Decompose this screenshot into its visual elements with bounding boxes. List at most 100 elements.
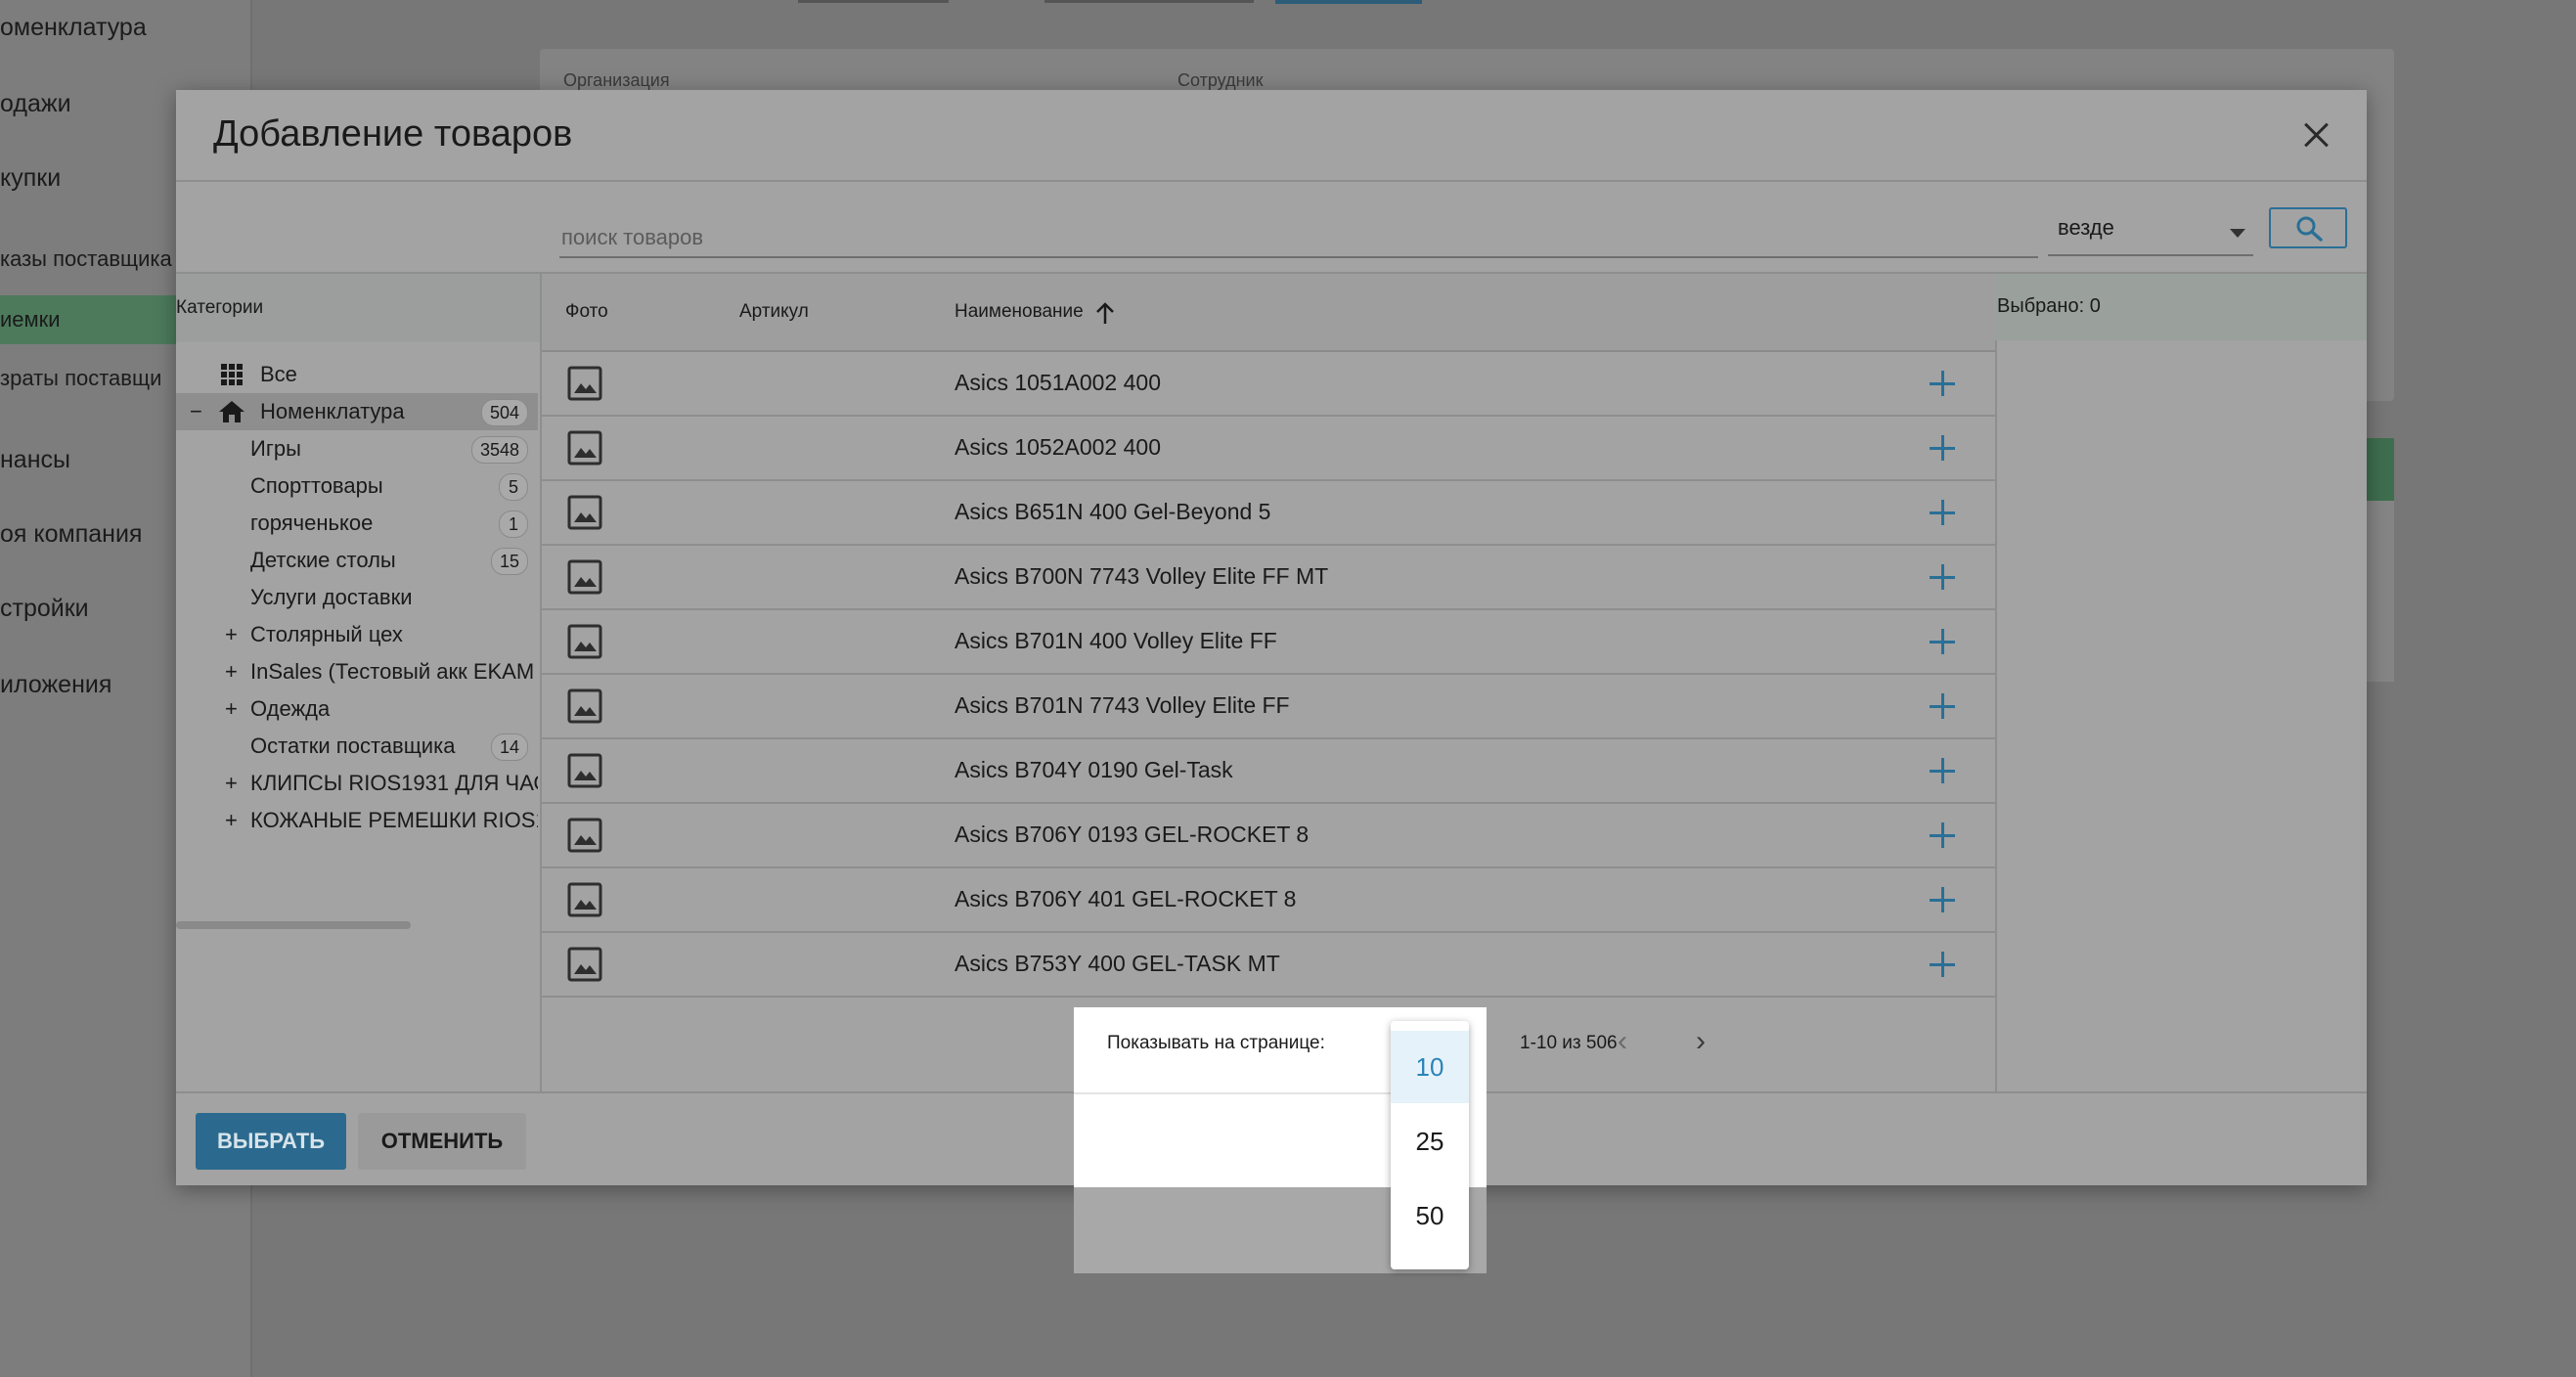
- categories-panel: Категории Все − Номенклатура 504 Игры 35…: [176, 274, 542, 1091]
- sidebar-item-nomenclature[interactable]: оменклатура: [0, 14, 147, 42]
- image-placeholder-icon: [567, 366, 602, 401]
- category-hot[interactable]: горяченькое 1: [176, 505, 538, 542]
- category-straps[interactable]: + КОЖАНЫЕ РЕМЕШКИ RIOS1: [176, 802, 538, 839]
- bg-panel: [2367, 501, 2394, 682]
- product-name: Asics B701N 400 Volley Elite FF: [955, 628, 1277, 653]
- category-supplier-stock[interactable]: Остатки поставщика 14: [176, 728, 538, 765]
- product-name: Asics 1051A002 400: [955, 370, 1161, 395]
- category-clothing[interactable]: + Одежда: [176, 690, 538, 728]
- sidebar-item-apps[interactable]: иложения: [0, 671, 111, 699]
- search-row: везде: [176, 182, 2367, 274]
- home-icon: [219, 401, 244, 422]
- rows-option-10[interactable]: 10: [1391, 1031, 1469, 1103]
- bg-employee-label: Сотрудник: [1177, 70, 1264, 90]
- rows-per-page-dropdown: 10 25 50: [1391, 1021, 1469, 1269]
- table-row[interactable]: Asics B700N 7743 Volley Elite FF MT: [542, 546, 1995, 610]
- sidebar-item-supplier-returns[interactable]: зраты поставщи: [0, 366, 161, 391]
- sidebar-item-finance[interactable]: нансы: [0, 446, 70, 474]
- category-nomenclature[interactable]: − Номенклатура 504: [176, 393, 538, 430]
- prev-page-icon[interactable]: ‹: [1618, 1027, 1647, 1060]
- add-icon[interactable]: [1929, 816, 1956, 855]
- add-icon[interactable]: [1929, 751, 1956, 790]
- add-icon[interactable]: [1929, 622, 1956, 661]
- sidebar-item-supplier-orders[interactable]: казы поставщика: [0, 246, 172, 272]
- category-label: Игры: [250, 436, 301, 461]
- column-name[interactable]: Наименование: [955, 301, 1084, 323]
- category-label: Детские столы: [250, 548, 396, 572]
- category-delivery[interactable]: Услуги доставки: [176, 579, 538, 616]
- table-row[interactable]: Asics B704Y 0190 Gel-Task: [542, 739, 1995, 804]
- categories-title: Категории: [176, 297, 264, 318]
- search-button[interactable]: [2269, 207, 2347, 248]
- sidebar-item-purchases[interactable]: купки: [0, 164, 61, 193]
- table-row[interactable]: Asics B651N 400 Gel-Beyond 5: [542, 481, 1995, 546]
- category-sports[interactable]: Спорттовары 5: [176, 467, 538, 505]
- table-row[interactable]: Asics 1052A002 400: [542, 417, 1995, 481]
- table-row[interactable]: Asics B701N 400 Volley Elite FF: [542, 610, 1995, 675]
- select-button[interactable]: ВЫБРАТЬ: [196, 1113, 346, 1170]
- next-page-icon[interactable]: ›: [1696, 1027, 1725, 1060]
- expand-toggle[interactable]: +: [225, 622, 238, 647]
- category-insales[interactable]: + InSales (Тестовый акк EKAM: [176, 653, 538, 690]
- category-kids-tables[interactable]: Детские столы 15: [176, 542, 538, 579]
- close-icon[interactable]: [2296, 115, 2335, 155]
- sidebar-item-company[interactable]: оя компания: [0, 520, 142, 549]
- sort-ascending-icon[interactable]: [1095, 301, 1115, 325]
- product-name: Asics B753Y 400 GEL-TASK MT: [955, 951, 1280, 976]
- table-row[interactable]: Asics 1051A002 400: [542, 352, 1995, 417]
- products-table: Фото Артикул Наименование Asics 1051A002…: [542, 274, 1997, 1091]
- image-placeholder-icon: [567, 882, 602, 917]
- expand-toggle[interactable]: +: [225, 771, 238, 796]
- category-all[interactable]: Все: [176, 356, 538, 393]
- table-row[interactable]: Asics B753Y 400 GEL-TASK MT: [542, 933, 1995, 998]
- category-label: Остатки поставщика: [250, 733, 456, 758]
- column-photo: Фото: [565, 301, 608, 322]
- product-name: Asics B706Y 401 GEL-ROCKET 8: [955, 886, 1297, 911]
- table-header: Фото Артикул Наименование: [542, 274, 1995, 352]
- pagination-range: 1-10 из 506: [1520, 1033, 1618, 1053]
- sidebar-item-sales[interactable]: одажи: [0, 90, 71, 118]
- expand-toggle[interactable]: +: [225, 808, 238, 833]
- add-icon[interactable]: [1929, 428, 1956, 467]
- category-label: КЛИПСЫ RIOS1931 ДЛЯ ЧАС: [250, 771, 538, 795]
- selected-count: Выбрано: 0: [1997, 295, 2101, 317]
- image-placeholder-icon: [567, 624, 602, 659]
- add-icon[interactable]: [1929, 364, 1956, 403]
- add-icon[interactable]: [1929, 687, 1956, 726]
- add-icon[interactable]: [1929, 557, 1956, 597]
- search-input[interactable]: [559, 219, 2038, 258]
- sidebar-item-settings[interactable]: стройки: [0, 595, 89, 623]
- selected-header: Выбрано: 0: [1995, 274, 2367, 340]
- add-icon[interactable]: [1929, 493, 1956, 532]
- image-placeholder-icon: [567, 430, 602, 466]
- table-row[interactable]: Asics B706Y 401 GEL-ROCKET 8: [542, 868, 1995, 933]
- horizontal-scrollbar[interactable]: [176, 921, 411, 929]
- rows-option-50[interactable]: 50: [1391, 1179, 1469, 1252]
- rows-option-25[interactable]: 25: [1391, 1105, 1469, 1177]
- image-placeholder-icon: [567, 753, 602, 788]
- collapse-toggle[interactable]: −: [190, 399, 202, 424]
- category-clips[interactable]: + КЛИПСЫ RIOS1931 ДЛЯ ЧАС: [176, 765, 538, 802]
- category-label: Спорттовары: [250, 473, 383, 498]
- bg-green-strip: [2367, 438, 2394, 501]
- category-count-badge: 504: [480, 399, 528, 426]
- column-article[interactable]: Артикул: [739, 301, 809, 323]
- image-placeholder-icon: [567, 559, 602, 595]
- product-name: Asics B700N 7743 Volley Elite FF MT: [955, 563, 1329, 589]
- product-name: Asics B701N 7743 Volley Elite FF: [955, 692, 1290, 718]
- cancel-button[interactable]: ОТМЕНИТЬ: [358, 1113, 526, 1170]
- image-placeholder-icon: [567, 495, 602, 530]
- table-row[interactable]: Asics B701N 7743 Volley Elite FF: [542, 675, 1995, 739]
- image-placeholder-icon: [567, 947, 602, 982]
- expand-toggle[interactable]: +: [225, 696, 238, 722]
- category-games[interactable]: Игры 3548: [176, 430, 538, 467]
- add-icon[interactable]: [1929, 945, 1956, 984]
- expand-toggle[interactable]: +: [225, 659, 238, 685]
- table-row[interactable]: Asics B706Y 0193 GEL-ROCKET 8: [542, 804, 1995, 868]
- category-carpentry[interactable]: + Столярный цех: [176, 616, 538, 653]
- search-scope-select[interactable]: везде: [2048, 211, 2253, 256]
- add-icon[interactable]: [1929, 880, 1956, 919]
- product-name: Asics 1052A002 400: [955, 434, 1161, 460]
- category-count-badge: 5: [499, 473, 528, 501]
- category-label: Все: [260, 362, 297, 386]
